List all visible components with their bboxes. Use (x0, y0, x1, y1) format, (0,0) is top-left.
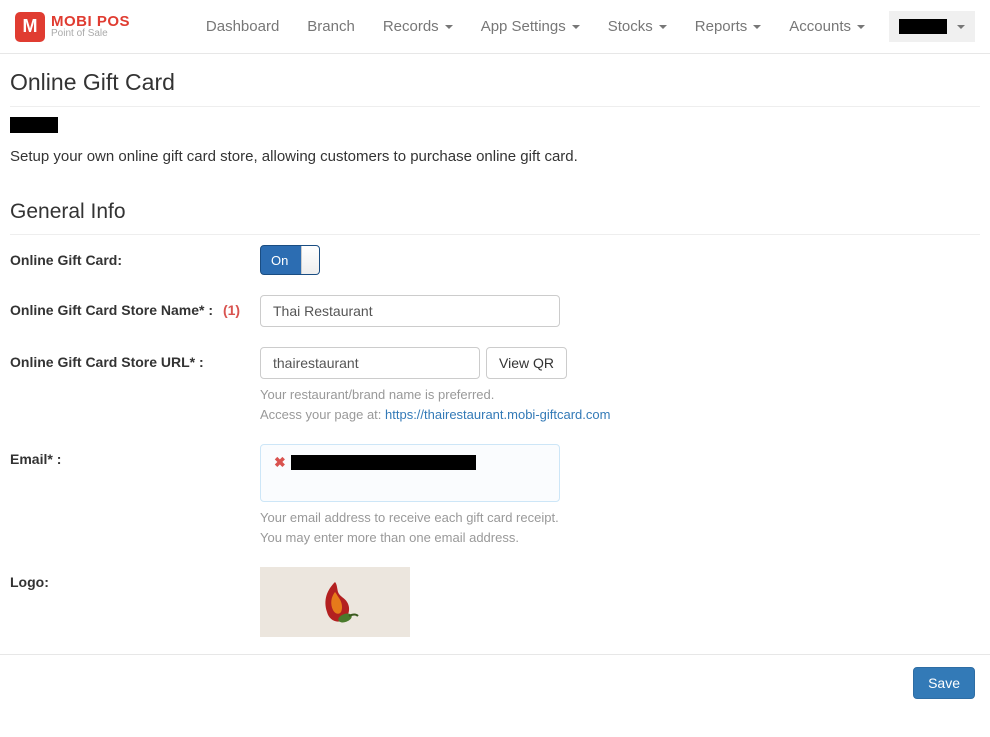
label-store-name: Online Gift Card Store Name* : (1) (10, 295, 260, 318)
nav-label: Stocks (608, 18, 653, 35)
save-button[interactable]: Save (913, 667, 975, 699)
chevron-down-icon (572, 25, 580, 29)
content: Online Gift Card Setup your own online g… (0, 54, 990, 737)
toggle-state: On (261, 253, 288, 268)
nav-label: Dashboard (206, 18, 279, 35)
logo[interactable]: M MOBI POS Point of Sale (15, 12, 130, 42)
page-description: Setup your own online gift card store, a… (10, 148, 980, 165)
nav-branch[interactable]: Branch (295, 8, 367, 45)
annotation-1: (1) (223, 302, 240, 318)
subtitle-redacted (10, 117, 58, 133)
nav-accounts[interactable]: Accounts (777, 8, 877, 45)
row-toggle: Online Gift Card: On (10, 245, 980, 275)
nav-stocks[interactable]: Stocks (596, 8, 679, 45)
online-gift-card-toggle[interactable]: On (260, 245, 320, 275)
store-url-link[interactable]: https://thairestaurant.mobi-giftcard.com (385, 407, 610, 422)
email-redacted (291, 455, 476, 470)
nav-app-settings[interactable]: App Settings (469, 8, 592, 45)
row-email: Email* : ✖ Your email address to receive… (10, 444, 980, 547)
nav-dashboard[interactable]: Dashboard (194, 8, 291, 45)
chevron-down-icon (957, 25, 965, 29)
label-toggle: Online Gift Card: (10, 245, 260, 268)
logo-preview[interactable] (260, 567, 410, 637)
chevron-down-icon (659, 25, 667, 29)
toggle-handle (301, 246, 319, 274)
row-logo: Logo: (10, 567, 980, 637)
help-url: Your restaurant/brand name is preferred.… (260, 385, 960, 424)
chevron-down-icon (857, 25, 865, 29)
nav-records[interactable]: Records (371, 8, 465, 45)
nav-label: Reports (695, 18, 748, 35)
chevron-down-icon (753, 25, 761, 29)
view-qr-button[interactable]: View QR (486, 347, 567, 379)
label-store-url: Online Gift Card Store URL* : (10, 347, 260, 370)
user-menu[interactable] (889, 11, 975, 42)
logo-subtitle: Point of Sale (51, 29, 130, 39)
help-email: Your email address to receive each gift … (260, 508, 960, 547)
store-name-input[interactable] (260, 295, 560, 327)
remove-email-icon[interactable]: ✖ (274, 454, 286, 471)
store-url-input[interactable] (260, 347, 480, 379)
label-email: Email* : (10, 444, 260, 467)
flame-icon (305, 572, 365, 632)
page-title: Online Gift Card (10, 69, 980, 107)
user-name-redacted (899, 19, 947, 34)
section-title: General Info (10, 200, 980, 235)
nav-label: Branch (307, 18, 355, 35)
footer: Save (0, 654, 990, 711)
label-logo: Logo: (10, 567, 260, 590)
nav-label: App Settings (481, 18, 566, 35)
row-store-name: Online Gift Card Store Name* : (1) (10, 295, 980, 327)
nav-label: Records (383, 18, 439, 35)
nav-label: Accounts (789, 18, 851, 35)
nav-menu: Dashboard Branch Records App Settings St… (194, 8, 975, 45)
navbar: M MOBI POS Point of Sale Dashboard Branc… (0, 0, 990, 54)
logo-icon: M (15, 12, 45, 42)
logo-text: MOBI POS Point of Sale (51, 14, 130, 39)
email-tag: ✖ (269, 451, 481, 474)
logo-title: MOBI POS (51, 14, 130, 29)
chevron-down-icon (445, 25, 453, 29)
email-input[interactable]: ✖ (260, 444, 560, 502)
nav-reports[interactable]: Reports (683, 8, 774, 45)
row-store-url: Online Gift Card Store URL* : View QR Yo… (10, 347, 980, 424)
